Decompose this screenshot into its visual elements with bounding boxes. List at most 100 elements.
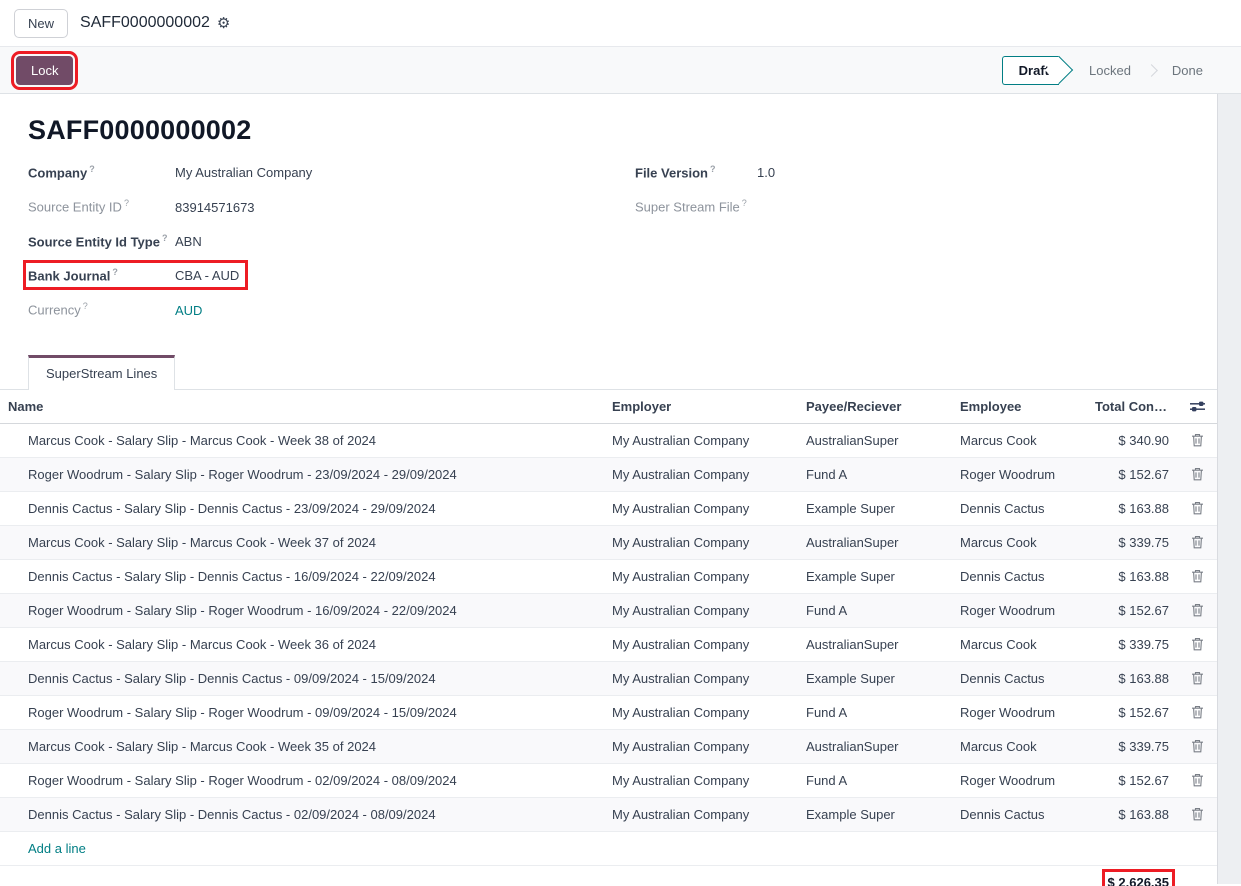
- line-amount[interactable]: $ 163.88: [1087, 492, 1177, 525]
- column-header-employer[interactable]: Employer: [604, 390, 798, 423]
- line-amount[interactable]: $ 339.75: [1087, 628, 1177, 661]
- line-employee[interactable]: Dennis Cactus: [952, 492, 1087, 525]
- table-row[interactable]: Marcus Cook - Salary Slip - Marcus Cook …: [0, 730, 1217, 764]
- line-employer[interactable]: My Australian Company: [604, 696, 798, 729]
- line-payee[interactable]: AustralianSuper: [798, 730, 952, 763]
- line-employer[interactable]: My Australian Company: [604, 798, 798, 831]
- delete-row-button[interactable]: [1177, 594, 1217, 626]
- line-employee[interactable]: Dennis Cactus: [952, 560, 1087, 593]
- column-header-total-contribution[interactable]: Total Contribu...: [1087, 390, 1177, 423]
- line-payee[interactable]: Example Super: [798, 560, 952, 593]
- line-employee[interactable]: Marcus Cook: [952, 526, 1087, 559]
- help-icon[interactable]: ?: [742, 198, 747, 208]
- line-name[interactable]: Roger Woodrum - Salary Slip - Roger Wood…: [0, 594, 604, 627]
- line-name[interactable]: Marcus Cook - Salary Slip - Marcus Cook …: [0, 628, 604, 661]
- new-button[interactable]: New: [14, 9, 68, 38]
- line-name[interactable]: Roger Woodrum - Salary Slip - Roger Wood…: [0, 764, 604, 797]
- line-employer[interactable]: My Australian Company: [604, 730, 798, 763]
- line-name[interactable]: Marcus Cook - Salary Slip - Marcus Cook …: [0, 730, 604, 763]
- tab-superstream-lines[interactable]: SuperStream Lines: [28, 355, 175, 390]
- table-row[interactable]: Dennis Cactus - Salary Slip - Dennis Cac…: [0, 560, 1217, 594]
- company-value[interactable]: My Australian Company: [175, 165, 312, 180]
- line-employer[interactable]: My Australian Company: [604, 424, 798, 457]
- line-employer[interactable]: My Australian Company: [604, 662, 798, 695]
- table-row[interactable]: Roger Woodrum - Salary Slip - Roger Wood…: [0, 764, 1217, 798]
- help-icon[interactable]: ?: [83, 301, 88, 311]
- line-employee[interactable]: Dennis Cactus: [952, 798, 1087, 831]
- line-payee[interactable]: AustralianSuper: [798, 628, 952, 661]
- source-entity-id-type-value[interactable]: ABN: [175, 234, 202, 249]
- delete-row-button[interactable]: [1177, 560, 1217, 592]
- line-name[interactable]: Dennis Cactus - Salary Slip - Dennis Cac…: [0, 560, 604, 593]
- line-payee[interactable]: Fund A: [798, 696, 952, 729]
- line-employee[interactable]: Marcus Cook: [952, 730, 1087, 763]
- line-employee[interactable]: Roger Woodrum: [952, 764, 1087, 797]
- help-icon[interactable]: ?: [112, 267, 118, 277]
- line-employer[interactable]: My Australian Company: [604, 458, 798, 491]
- line-name[interactable]: Dennis Cactus - Salary Slip - Dennis Cac…: [0, 798, 604, 831]
- line-name[interactable]: Dennis Cactus - Salary Slip - Dennis Cac…: [0, 492, 604, 525]
- line-payee[interactable]: AustralianSuper: [798, 526, 952, 559]
- line-name[interactable]: Roger Woodrum - Salary Slip - Roger Wood…: [0, 696, 604, 729]
- line-amount[interactable]: $ 152.67: [1087, 458, 1177, 491]
- line-name[interactable]: Marcus Cook - Salary Slip - Marcus Cook …: [0, 526, 604, 559]
- line-amount[interactable]: $ 339.75: [1087, 730, 1177, 763]
- table-row[interactable]: Dennis Cactus - Salary Slip - Dennis Cac…: [0, 492, 1217, 526]
- help-icon[interactable]: ?: [162, 233, 168, 243]
- line-employee[interactable]: Marcus Cook: [952, 424, 1087, 457]
- line-amount[interactable]: $ 339.75: [1087, 526, 1177, 559]
- line-amount[interactable]: $ 152.67: [1087, 594, 1177, 627]
- source-entity-id-value[interactable]: 83914571673: [175, 200, 255, 215]
- line-payee[interactable]: Fund A: [798, 594, 952, 627]
- delete-row-button[interactable]: [1177, 696, 1217, 728]
- delete-row-button[interactable]: [1177, 492, 1217, 524]
- line-employer[interactable]: My Australian Company: [604, 526, 798, 559]
- column-header-payee[interactable]: Payee/Reciever: [798, 390, 952, 423]
- line-amount[interactable]: $ 163.88: [1087, 560, 1177, 593]
- table-row[interactable]: Marcus Cook - Salary Slip - Marcus Cook …: [0, 424, 1217, 458]
- line-employer[interactable]: My Australian Company: [604, 560, 798, 593]
- line-payee[interactable]: Fund A: [798, 458, 952, 491]
- line-employee[interactable]: Roger Woodrum: [952, 458, 1087, 491]
- table-row[interactable]: Roger Woodrum - Salary Slip - Roger Wood…: [0, 594, 1217, 628]
- stage-locked[interactable]: Locked: [1075, 57, 1145, 84]
- line-payee[interactable]: Example Super: [798, 492, 952, 525]
- table-row[interactable]: Marcus Cook - Salary Slip - Marcus Cook …: [0, 526, 1217, 560]
- table-row[interactable]: Roger Woodrum - Salary Slip - Roger Wood…: [0, 696, 1217, 730]
- help-icon[interactable]: ?: [710, 164, 716, 174]
- stage-draft[interactable]: Draft: [1002, 56, 1059, 85]
- optional-columns-icon[interactable]: [1177, 391, 1217, 422]
- bank-journal-value[interactable]: CBA - AUD: [175, 268, 239, 283]
- line-amount[interactable]: $ 152.67: [1087, 696, 1177, 729]
- delete-row-button[interactable]: [1177, 798, 1217, 830]
- line-amount[interactable]: $ 163.88: [1087, 798, 1177, 831]
- column-header-employee[interactable]: Employee: [952, 390, 1087, 423]
- line-employer[interactable]: My Australian Company: [604, 492, 798, 525]
- line-employee[interactable]: Roger Woodrum: [952, 594, 1087, 627]
- help-icon[interactable]: ?: [124, 198, 129, 208]
- delete-row-button[interactable]: [1177, 458, 1217, 490]
- line-name[interactable]: Marcus Cook - Salary Slip - Marcus Cook …: [0, 424, 604, 457]
- line-employer[interactable]: My Australian Company: [604, 628, 798, 661]
- table-row[interactable]: Dennis Cactus - Salary Slip - Dennis Cac…: [0, 662, 1217, 696]
- file-version-value[interactable]: 1.0: [757, 165, 775, 180]
- currency-value[interactable]: AUD: [175, 303, 202, 318]
- delete-row-button[interactable]: [1177, 764, 1217, 796]
- line-payee[interactable]: Example Super: [798, 798, 952, 831]
- delete-row-button[interactable]: [1177, 526, 1217, 558]
- line-payee[interactable]: AustralianSuper: [798, 424, 952, 457]
- gear-icon[interactable]: ⚙: [217, 16, 230, 31]
- column-header-name[interactable]: Name: [0, 390, 604, 423]
- line-employer[interactable]: My Australian Company: [604, 764, 798, 797]
- line-amount[interactable]: $ 163.88: [1087, 662, 1177, 695]
- line-name[interactable]: Dennis Cactus - Salary Slip - Dennis Cac…: [0, 662, 604, 695]
- help-icon[interactable]: ?: [89, 164, 95, 174]
- table-row[interactable]: Marcus Cook - Salary Slip - Marcus Cook …: [0, 628, 1217, 662]
- delete-row-button[interactable]: [1177, 730, 1217, 762]
- line-payee[interactable]: Example Super: [798, 662, 952, 695]
- table-row[interactable]: Roger Woodrum - Salary Slip - Roger Wood…: [0, 458, 1217, 492]
- delete-row-button[interactable]: [1177, 662, 1217, 694]
- line-employee[interactable]: Marcus Cook: [952, 628, 1087, 661]
- breadcrumb-record-name[interactable]: SAFF0000000002: [80, 14, 210, 32]
- line-employer[interactable]: My Australian Company: [604, 594, 798, 627]
